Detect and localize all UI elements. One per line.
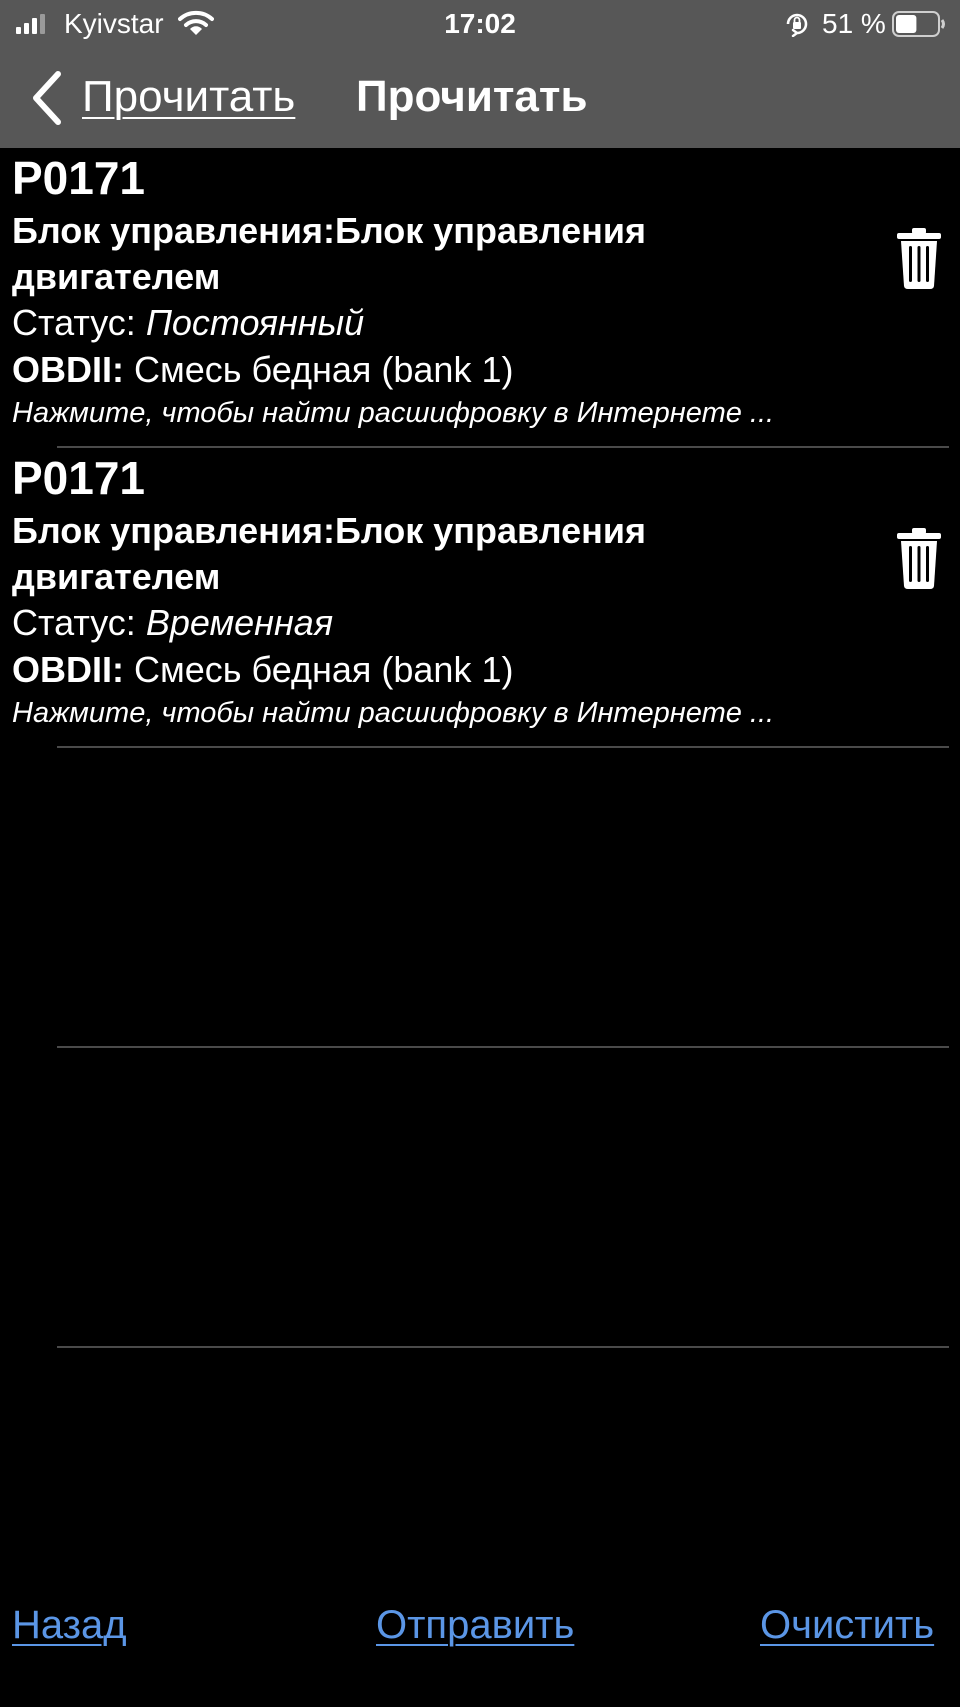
status-value: Временная (145, 602, 334, 643)
dtc-list-item[interactable]: P0171 Блок управления:Блок управления дв… (0, 450, 960, 750)
top-bar: Kyivstar 17:02 51 % Прочитать Прочитать (0, 0, 960, 148)
navigation-bar: Прочитать Прочитать (0, 50, 960, 148)
dtc-code: P0171 (12, 152, 146, 204)
control-unit-label: Блок управления:Блок управления двигател… (12, 510, 647, 597)
clock: 17:02 (444, 8, 516, 39)
battery-icon (892, 11, 945, 37)
trash-icon[interactable] (896, 528, 942, 590)
dtc-list-item[interactable]: P0171 Блок управления:Блок управления дв… (0, 150, 960, 450)
status-bar: Kyivstar 17:02 51 % (0, 0, 960, 50)
dtc-status: Статус: Постоянный (12, 300, 364, 346)
separator (57, 746, 949, 748)
separator (57, 1046, 949, 1048)
obd-label: OBDII: (12, 349, 124, 390)
status-label: Статус: (12, 602, 136, 643)
chevron-left-icon[interactable] (28, 68, 64, 128)
obd-value: Смесь бедная (bank 1) (134, 349, 514, 390)
dtc-status: Статус: Временная (12, 600, 333, 646)
back-button[interactable]: Прочитать (82, 70, 295, 124)
separator (57, 1346, 949, 1348)
status-value: Постоянный (145, 302, 365, 343)
orientation-lock-icon (786, 13, 808, 37)
obd-value: Смесь бедная (bank 1) (134, 649, 514, 690)
dtc-code: P0171 (12, 452, 146, 504)
clear-link[interactable]: Очистить (760, 1600, 934, 1650)
obd-description: OBDII: Смесь бедная (bank 1) (12, 347, 513, 393)
control-unit-label: Блок управления:Блок управления двигател… (12, 210, 647, 297)
obd-description: OBDII: Смесь бедная (bank 1) (12, 647, 513, 693)
status-label: Статус: (12, 302, 136, 343)
trash-icon[interactable] (896, 228, 942, 290)
send-link[interactable]: Отправить (376, 1600, 574, 1650)
separator (57, 446, 949, 448)
search-online-hint[interactable]: Нажмите, чтобы найти расшифровку в Интер… (12, 395, 774, 431)
battery-percentage: 51 % (822, 8, 886, 39)
back-link[interactable]: Назад (12, 1600, 127, 1650)
search-online-hint[interactable]: Нажмите, чтобы найти расшифровку в Интер… (12, 695, 774, 731)
obd-label: OBDII: (12, 649, 124, 690)
page-title: Прочитать (356, 72, 588, 121)
